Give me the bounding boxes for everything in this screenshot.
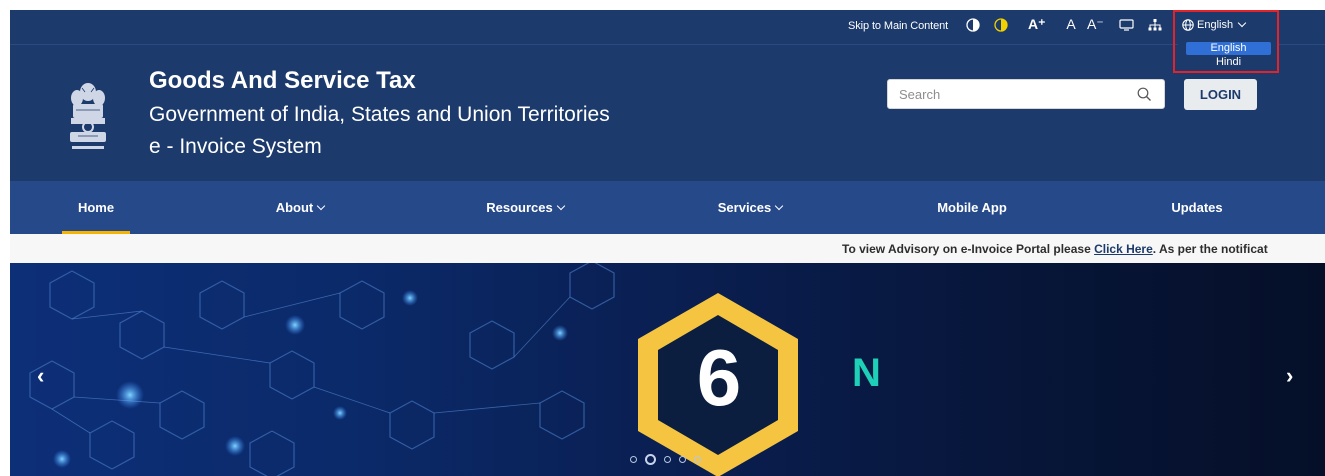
high-contrast-icon[interactable] [965, 18, 981, 34]
nav-item-home[interactable]: Home [62, 181, 130, 234]
site-subtitle: Government of India, States and Union Te… [149, 103, 610, 126]
font-decrease-button[interactable]: A⁻ [1087, 16, 1104, 32]
ticker-prefix: To view Advisory on e-Invoice Portal ple… [842, 242, 1095, 256]
carousel-prev-button[interactable]: ‹ [37, 363, 44, 389]
page: Skip to Main Content A⁺ A A⁻ English Goo… [10, 10, 1325, 476]
yellow-contrast-icon[interactable] [993, 18, 1009, 34]
site-header: Goods And Service Tax Government of Indi… [10, 45, 1325, 181]
system-name: e - Invoice System [149, 135, 322, 158]
carousel-dot[interactable] [679, 456, 686, 463]
carousel-indicators [630, 454, 701, 465]
chevron-down-icon [775, 201, 784, 210]
search-box [887, 79, 1165, 109]
hero-carousel: 6 N ‹ › [10, 263, 1325, 476]
banner-letter: N [852, 351, 881, 395]
search-input[interactable] [899, 87, 1119, 102]
nav-item-label: Services [717, 199, 772, 215]
site-title: Goods And Service Tax [149, 67, 416, 94]
nav-item-label: About [275, 199, 314, 215]
nav-item-mobile-app[interactable]: Mobile App [922, 181, 1022, 234]
carousel-dot[interactable] [694, 456, 701, 463]
font-increase-button[interactable]: A⁺ [1028, 16, 1046, 32]
sitemap-icon[interactable] [1147, 18, 1163, 34]
chevron-down-icon [317, 201, 326, 210]
main-nav: Home About Resources Services Mobile App… [10, 181, 1325, 234]
nav-item-label: Home [77, 199, 115, 215]
nav-item-label: Mobile App [937, 199, 1007, 215]
search-icon[interactable] [1137, 87, 1152, 102]
nav-item-about[interactable]: About [260, 181, 340, 234]
badge-number: 6 [696, 333, 742, 422]
nav-item-label: Updates [1171, 199, 1223, 215]
advisory-ticker: To view Advisory on e-Invoice Portal ple… [10, 234, 1325, 263]
carousel-dot[interactable] [664, 456, 671, 463]
screen-reader-icon[interactable] [1118, 18, 1134, 34]
network-background-graphic [29, 263, 798, 476]
carousel-dot-active[interactable] [645, 454, 656, 465]
click-here-link[interactable]: Click Here [1094, 242, 1153, 256]
ticker-suffix: . As per the notificat [1152, 242, 1268, 256]
chevron-down-icon [556, 201, 565, 210]
ticker-text: To view Advisory on e-Invoice Portal ple… [842, 242, 1268, 256]
utility-bar: Skip to Main Content A⁺ A A⁻ English [10, 10, 1325, 45]
nav-item-label: Resources [486, 199, 553, 215]
nav-item-updates[interactable]: Updates [1160, 181, 1234, 234]
login-button[interactable]: LOGIN [1184, 79, 1257, 110]
carousel-dot[interactable] [630, 456, 637, 463]
font-normal-button[interactable]: A [1063, 16, 1079, 32]
highlight-box [1173, 10, 1279, 73]
nav-item-resources[interactable]: Resources [472, 181, 578, 234]
national-emblem-logo [70, 83, 106, 149]
carousel-next-button[interactable]: › [1286, 363, 1293, 389]
skip-to-main-content-link[interactable]: Skip to Main Content [848, 20, 948, 32]
nav-item-services[interactable]: Services [703, 181, 797, 234]
